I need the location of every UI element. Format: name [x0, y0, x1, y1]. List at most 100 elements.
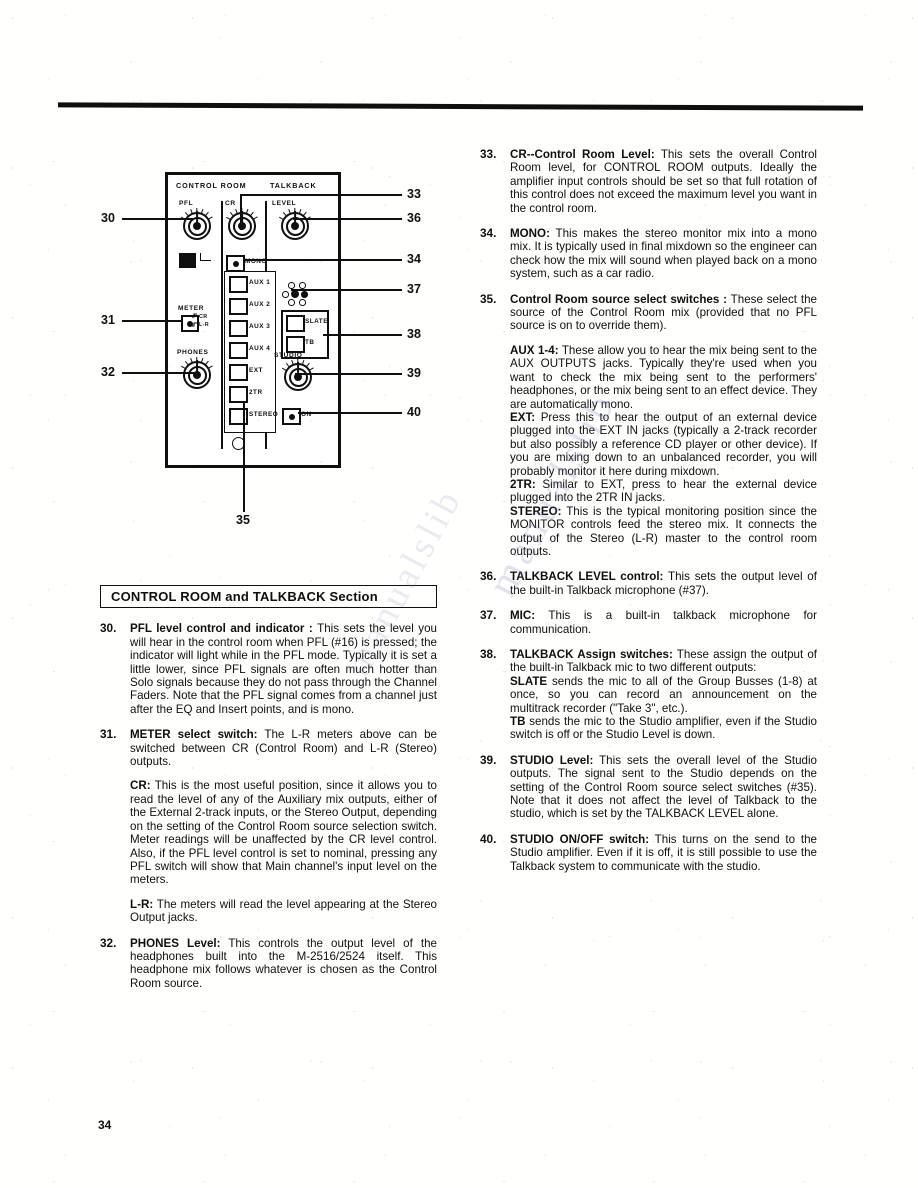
manual-item-33: 33. CR--Control Room Level: This sets the…	[480, 147, 817, 215]
manual-paragraph: Control Room source select switches : Th…	[510, 293, 817, 333]
manual-item-38: 38. TALKBACK Assign switches: These assig…	[480, 647, 817, 742]
manual-paragraph-text: Similar to EXT, press to hear the extern…	[510, 477, 817, 505]
manual-item-number: 30.	[100, 621, 117, 636]
talkback-assign-slate-button[interactable]	[286, 315, 305, 332]
header-rule	[57, 102, 864, 111]
manual-item-body: STUDIO Level: This sets the overall leve…	[510, 754, 817, 821]
manual-paragraph: MIC: This is a built-in talkback microph…	[510, 609, 817, 636]
manual-item-34: 34. MONO: This makes the stereo monitor m…	[480, 226, 817, 281]
cr-knob-label: CR	[225, 200, 236, 207]
manual-paragraph: STEREO: This is the typical monitoring p…	[510, 505, 817, 559]
manual-paragraph: AUX 1-4: These allow you to hear the mix…	[510, 344, 817, 411]
pfl-indicator-bracket	[200, 253, 211, 261]
manual-paragraph-lead: SLATE	[510, 674, 548, 688]
callout-31: 31	[101, 313, 115, 327]
control-room-talkback-diagram: CONTROL ROOM TALKBACK PFL CR LEVEL MONO …	[95, 150, 445, 550]
manual-paragraph: METER select switch: The L-R meters abov…	[130, 728, 437, 768]
manual-paragraph-text: This sets the level you will hear in the…	[130, 622, 438, 716]
manual-item-40: 40. STUDIO ON/OFF switch: This turns on t…	[480, 831, 817, 873]
manual-paragraph-lead: MONO:	[510, 227, 550, 241]
source-button-aux-3[interactable]	[229, 320, 248, 337]
phones-knob-label: PHONES	[177, 349, 209, 356]
manual-paragraph-lead: TB	[510, 715, 526, 729]
manual-paragraph-text: This is the most useful position, since …	[130, 779, 437, 887]
panel-title-control-room: CONTROL ROOM	[176, 181, 247, 190]
leader-34	[243, 259, 402, 262]
manual-item-number: 32.	[100, 935, 117, 950]
manual-item-body: PFL level control and indicator : This s…	[130, 622, 437, 716]
manual-item-number: 35.	[480, 291, 497, 306]
manual-paragraph: PHONES Level: This controls the output l…	[130, 937, 437, 991]
manual-paragraph-lead: STEREO:	[510, 504, 562, 518]
manual-item-number: 40.	[480, 831, 497, 846]
leader-33-vertical	[240, 194, 243, 230]
source-button-2tr[interactable]	[229, 386, 248, 403]
leader-37	[291, 289, 402, 292]
callout-30: 30	[101, 211, 115, 225]
manual-paragraph-lead: AUX 1-4:	[510, 343, 559, 357]
manual-item-number: 33.	[480, 147, 497, 161]
manual-paragraph-text: sends the mic to all of the Group Busses…	[510, 674, 817, 715]
pfl-indicator	[179, 253, 196, 268]
meter-switch-position-cr: CR	[199, 314, 208, 320]
studio-on-off-button[interactable]	[282, 408, 301, 425]
talkback-assign-tb-button[interactable]	[286, 336, 305, 353]
panel-divider-1	[221, 201, 223, 449]
panel-title-talkback: TALKBACK	[270, 181, 317, 190]
manual-paragraph: 2TR: Similar to EXT, press to hear the e…	[510, 478, 817, 505]
source-button-aux-2[interactable]	[229, 298, 248, 315]
manual-paragraph-lead: CR--Control Room Level:	[510, 148, 655, 161]
manual-paragraph-lead: MIC:	[510, 609, 536, 623]
manual-paragraph: SLATE sends the mic to all of the Group …	[510, 675, 817, 715]
leader-30	[122, 218, 194, 221]
manual-paragraph-text: This is a built-in talkback microphone f…	[510, 609, 817, 636]
manual-paragraph: STUDIO Level: This sets the overall leve…	[510, 754, 817, 821]
manual-paragraph-lead: METER select switch:	[130, 728, 258, 742]
callout-38: 38	[407, 327, 421, 341]
manual-paragraph: MONO: This makes the stereo monitor mix …	[510, 227, 817, 281]
manual-paragraph-lead: Control Room source select switches :	[510, 292, 728, 306]
source-label-aux-1: AUX 1	[249, 279, 271, 286]
talkback-level-knob[interactable]	[278, 208, 312, 243]
manual-paragraph: CR--Control Room Level: This sets the ov…	[510, 148, 817, 215]
source-button-aux-4[interactable]	[229, 342, 248, 359]
leader-32	[122, 372, 194, 375]
manual-item-37: 37. MIC: This is a built-in talkback micr…	[480, 609, 817, 636]
phones-knob[interactable]	[180, 357, 214, 392]
manual-paragraph-lead: TALKBACK Assign switches:	[510, 648, 673, 661]
meter-switch-position-lr: L-R	[199, 322, 209, 328]
page-number: 34	[98, 1118, 112, 1132]
manual-item-number: 37.	[480, 608, 497, 623]
manual-paragraph-lead: PFL level control and indicator :	[130, 622, 313, 636]
callout-35: 35	[236, 513, 250, 527]
source-button-aux-1[interactable]	[229, 276, 248, 293]
source-button-ext[interactable]	[229, 364, 248, 381]
manual-item-body: STUDIO ON/OFF switch: This turns on the …	[510, 833, 817, 873]
manual-item-body: Control Room source select switches : Th…	[510, 293, 817, 559]
left-text-column: CONTROL ROOM and TALKBACK Section 30. PFL…	[100, 585, 437, 1002]
manual-paragraph: L-R: The meters will read the level appe…	[130, 898, 437, 925]
pfl-knob[interactable]	[180, 208, 214, 243]
leader-31	[122, 320, 182, 323]
manual-item-body: CR--Control Room Level: This sets the ov…	[510, 148, 817, 215]
pfl-knob-label: PFL	[179, 200, 194, 207]
manual-paragraph: PFL level control and indicator : This s…	[130, 622, 437, 716]
mixer-panel: CONTROL ROOM TALKBACK PFL CR LEVEL MONO …	[165, 172, 341, 468]
manual-page: CONTROL ROOM TALKBACK PFL CR LEVEL MONO …	[0, 0, 918, 1188]
manual-paragraph: EXT: Press this to hear the output of an…	[510, 411, 817, 478]
manual-item-number: 38.	[480, 647, 497, 661]
manual-paragraph-text: sends the mic to the Studio amplifier, e…	[510, 715, 817, 742]
meter-switch-position-icons	[192, 313, 197, 327]
manual-item-35: 35. Control Room source select switches :…	[480, 291, 817, 559]
manual-paragraph: CR: This is the most useful position, si…	[130, 779, 437, 886]
callout-32: 32	[101, 365, 115, 379]
mono-button[interactable]	[226, 255, 245, 272]
manual-item-32: 32. PHONES Level: This controls the outpu…	[100, 935, 437, 991]
source-label-aux-4: AUX 4	[249, 345, 271, 352]
manual-paragraph-lead: PHONES Level:	[130, 936, 221, 950]
leader-39	[295, 373, 402, 376]
source-label-stereo: STEREO	[249, 411, 279, 418]
leader-33	[240, 194, 402, 197]
callout-37: 37	[407, 282, 421, 296]
studio-level-knob[interactable]	[281, 359, 315, 394]
